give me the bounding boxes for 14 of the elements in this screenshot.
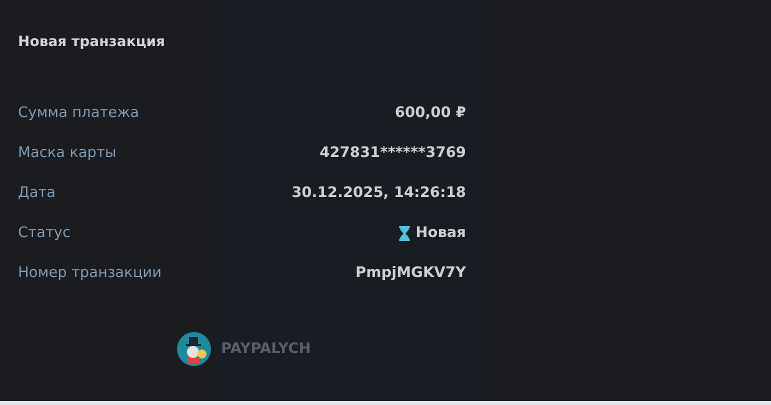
status-text: Новая bbox=[416, 225, 466, 241]
detail-label: Маска карты bbox=[18, 145, 116, 161]
detail-label: Статус bbox=[18, 225, 70, 241]
detail-value: 30.12.2025, 14:26:18 bbox=[292, 185, 466, 201]
detail-label: Дата bbox=[18, 185, 56, 201]
detail-value: 427831******3769 bbox=[320, 145, 466, 161]
detail-value: PmpjMGKV7Y bbox=[356, 265, 466, 281]
hourglass-icon bbox=[398, 226, 410, 240]
brand-name: PAYPALYCH bbox=[221, 341, 311, 357]
detail-value: 600,00 ₽ bbox=[394, 105, 466, 121]
logo-icon bbox=[177, 332, 211, 366]
transaction-title: Новая транзакция bbox=[18, 33, 166, 52]
detail-label: Номер транзакции bbox=[18, 265, 162, 281]
detail-label: Сумма платежа bbox=[18, 105, 140, 121]
